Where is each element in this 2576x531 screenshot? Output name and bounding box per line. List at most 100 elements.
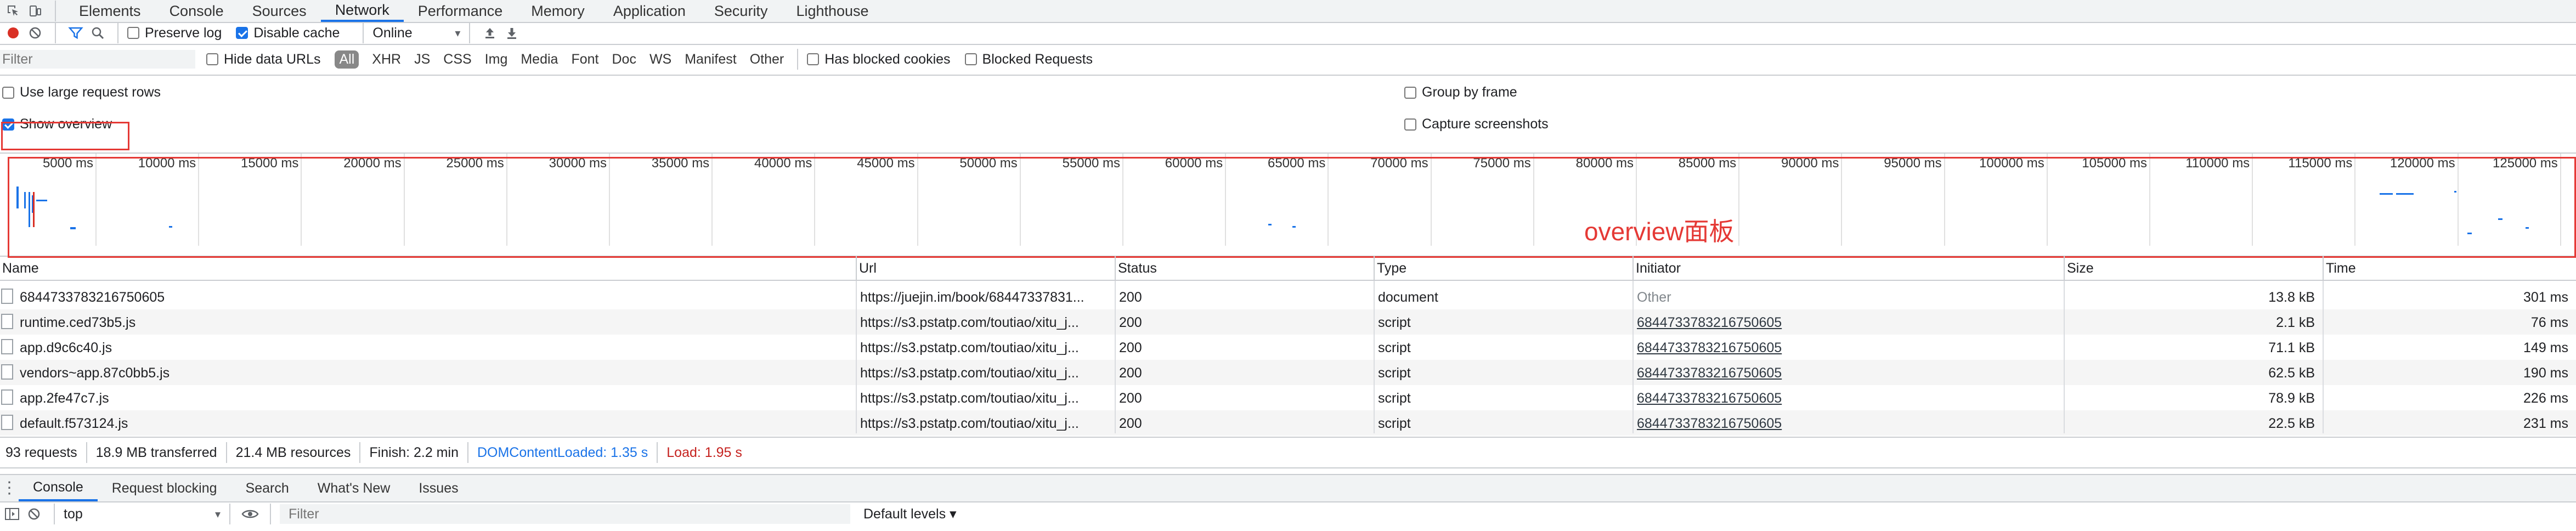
cell-type: script xyxy=(1378,340,1411,355)
cell-url: https://juejin.im/book/68447337831... xyxy=(860,290,1084,305)
column-divider[interactable] xyxy=(2064,281,2065,433)
cell-name: app.d9c6c40.js xyxy=(20,340,112,355)
filter-input[interactable] xyxy=(0,50,195,69)
cell-initiator[interactable]: 6844733783216750605 xyxy=(1637,365,2058,381)
file-icon xyxy=(1,314,13,329)
checkbox-box[interactable] xyxy=(1404,86,1416,99)
column-header-time[interactable]: Time xyxy=(2323,256,2576,281)
checkbox-box[interactable] xyxy=(127,27,139,39)
checkbox-box[interactable] xyxy=(2,86,14,99)
checkbox-box[interactable] xyxy=(1404,118,1416,131)
search-icon[interactable] xyxy=(87,22,109,44)
export-har-icon[interactable] xyxy=(501,22,523,44)
column-divider[interactable] xyxy=(856,281,857,433)
tab-network[interactable]: Network xyxy=(320,0,404,22)
filter-type-font[interactable]: Font xyxy=(571,52,598,67)
has-blocked-cookies-label: Has blocked cookies xyxy=(824,51,951,67)
tab-memory[interactable]: Memory xyxy=(517,0,599,22)
settings-pane: Use large request rows Show overview Gro… xyxy=(0,75,2576,154)
tab-performance[interactable]: Performance xyxy=(404,0,517,22)
record-icon[interactable] xyxy=(2,22,24,44)
drawer-tab-issues[interactable]: Issues xyxy=(404,475,472,501)
tab-security[interactable]: Security xyxy=(700,0,782,22)
divider xyxy=(54,504,55,524)
filter-type-all[interactable]: All xyxy=(335,50,359,69)
checkbox-box[interactable] xyxy=(807,53,820,65)
column-header-name[interactable]: Name xyxy=(0,256,856,281)
column-divider[interactable] xyxy=(1374,281,1375,433)
filter-type-manifest[interactable]: Manifest xyxy=(685,52,736,67)
disable-cache-checkbox[interactable]: Disable cache xyxy=(236,25,340,41)
file-icon xyxy=(1,389,13,405)
inspect-element-icon[interactable] xyxy=(2,0,24,22)
file-icon xyxy=(1,364,13,380)
preserve-log-checkbox[interactable]: Preserve log xyxy=(127,25,222,41)
filter-type-other[interactable]: Other xyxy=(750,52,784,67)
filter-type-media[interactable]: Media xyxy=(521,52,558,67)
large-rows-checkbox[interactable]: Use large request rows xyxy=(2,84,161,100)
column-header-initiator[interactable]: Initiator xyxy=(1632,256,2064,281)
cell-size: 78.9 kB xyxy=(2268,391,2315,406)
cell-initiator: Other xyxy=(1637,290,1671,305)
tab-sources[interactable]: Sources xyxy=(238,0,321,22)
drawer-tab-console[interactable]: Console xyxy=(19,475,98,501)
filter-type-doc[interactable]: Doc xyxy=(612,52,636,67)
drawer-tab-search[interactable]: Search xyxy=(231,475,303,501)
device-toolbar-icon[interactable] xyxy=(24,0,46,22)
summary-bar: 93 requests 18.9 MB transferred 21.4 MB … xyxy=(0,437,2576,468)
tab-console[interactable]: Console xyxy=(155,0,238,22)
cell-initiator[interactable]: 6844733783216750605 xyxy=(1637,340,2058,356)
column-header-type[interactable]: Type xyxy=(1374,256,1632,281)
tab-lighthouse[interactable]: Lighthouse xyxy=(782,0,883,22)
filter-type-js[interactable]: JS xyxy=(414,52,430,67)
requests-count: 93 requests xyxy=(5,444,77,460)
hide-data-urls-checkbox[interactable]: Hide data URLs xyxy=(206,52,320,67)
group-by-frame-checkbox[interactable]: Group by frame xyxy=(1404,84,1517,100)
tab-application[interactable]: Application xyxy=(599,0,700,22)
tab-elements[interactable]: Elements xyxy=(65,0,155,22)
more-icon[interactable]: ⋮ xyxy=(0,480,19,496)
eye-icon[interactable] xyxy=(239,503,261,525)
column-header-url[interactable]: Url xyxy=(856,256,1115,281)
column-header-size[interactable]: Size xyxy=(2064,256,2323,281)
capture-screenshots-checkbox[interactable]: Capture screenshots xyxy=(1404,116,1549,132)
import-har-icon[interactable] xyxy=(479,22,501,44)
clear-icon[interactable] xyxy=(24,22,46,44)
cell-initiator[interactable]: 6844733783216750605 xyxy=(1637,391,2058,406)
filter-type-ws[interactable]: WS xyxy=(649,52,671,67)
cell-initiator[interactable]: 6844733783216750605 xyxy=(1637,315,2058,331)
cell-time: 226 ms xyxy=(2523,391,2568,406)
large-rows-label: Use large request rows xyxy=(20,84,161,100)
checkbox-box[interactable] xyxy=(964,53,977,65)
cell-initiator[interactable]: 6844733783216750605 xyxy=(1637,416,2058,432)
file-icon xyxy=(1,289,13,304)
column-divider[interactable] xyxy=(1632,281,1634,433)
column-header-status[interactable]: Status xyxy=(1115,256,1374,281)
cell-url: https://s3.pstatp.com/toutiao/xitu_j... xyxy=(860,315,1079,330)
filter-type-img[interactable]: Img xyxy=(485,52,508,67)
checkbox-box[interactable] xyxy=(206,53,218,65)
checkbox-box[interactable] xyxy=(236,27,248,39)
drawer-tab-request-blocking[interactable]: Request blocking xyxy=(98,475,231,501)
sidebar-toggle-icon[interactable] xyxy=(1,503,23,525)
cell-status: 200 xyxy=(1119,290,1142,305)
blocked-requests-checkbox[interactable]: Blocked Requests xyxy=(964,52,1093,67)
console-filter-input[interactable] xyxy=(280,504,850,524)
log-levels-select[interactable]: Default levels ▾ xyxy=(863,506,957,522)
clear-console-icon[interactable] xyxy=(23,503,45,525)
cell-url: https://s3.pstatp.com/toutiao/xitu_j... xyxy=(860,365,1079,381)
context-select[interactable]: top ▾ xyxy=(64,506,221,522)
filter-icon[interactable] xyxy=(65,22,87,44)
column-divider[interactable] xyxy=(2323,281,2324,433)
throttle-select[interactable]: Online ▾ xyxy=(372,25,460,41)
column-divider[interactable] xyxy=(1115,281,1116,433)
divider xyxy=(363,22,364,43)
has-blocked-cookies-checkbox[interactable]: Has blocked cookies xyxy=(807,51,951,67)
cell-size: 2.1 kB xyxy=(2276,315,2315,330)
resources-size: 21.4 MB resources xyxy=(235,444,351,460)
filter-type-css[interactable]: CSS xyxy=(443,52,471,67)
drawer-tab-what-s-new[interactable]: What's New xyxy=(303,475,405,501)
dom-content-loaded: DOMContentLoaded: 1.35 s xyxy=(477,444,648,460)
cell-url: https://s3.pstatp.com/toutiao/xitu_j... xyxy=(860,416,1079,431)
filter-type-xhr[interactable]: XHR xyxy=(372,52,401,67)
